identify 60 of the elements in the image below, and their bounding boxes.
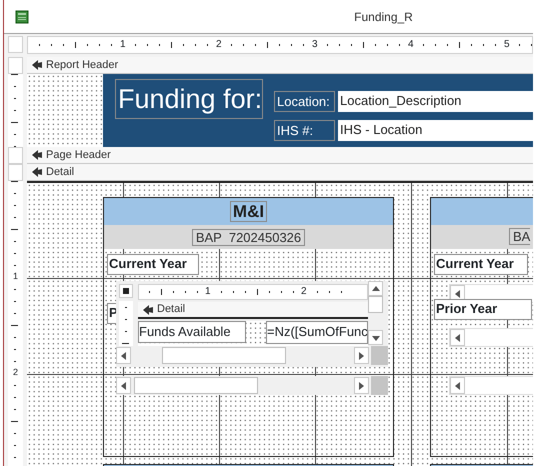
ruler-number: 2	[301, 286, 307, 298]
row-label: Current Year	[434, 254, 528, 275]
field-label: Funds Available	[138, 321, 246, 343]
section-label: Page Header	[46, 148, 111, 163]
scrollbar-thumb[interactable]	[134, 377, 258, 394]
scroll-right-button[interactable]	[354, 377, 369, 394]
section-label: Detail	[157, 302, 186, 318]
scrollbar-corner	[371, 376, 388, 395]
ruler-number: 1	[120, 39, 126, 51]
right-arrow-icon	[356, 350, 366, 360]
right-arrow-icon	[356, 380, 366, 390]
scroll-left-button[interactable]	[116, 377, 131, 394]
scroll-left-button[interactable]	[450, 377, 465, 394]
ruler-number: 5	[504, 39, 510, 51]
window-title: Funding_R	[353, 10, 413, 24]
row-label: Current Year	[107, 254, 199, 275]
scrollbar-thumb[interactable]	[368, 296, 383, 313]
field-value: IHS - Location	[338, 120, 533, 141]
section-bar[interactable]: Detail	[138, 302, 368, 319]
left-arrow-icon	[452, 288, 462, 298]
report-title: Funding for:	[115, 79, 263, 119]
section-label: Detail	[46, 164, 74, 180]
vertical-scrollbar[interactable]	[368, 281, 384, 345]
row-label: Prior Year	[434, 299, 532, 320]
square-icon	[120, 285, 132, 297]
up-arrow-icon	[370, 284, 380, 294]
report-icon	[15, 10, 29, 24]
scroll-left-button[interactable]	[450, 329, 465, 346]
section-arrow-icon	[31, 167, 43, 177]
scroll-up-button[interactable]	[368, 281, 383, 296]
scroll-left-button[interactable]	[116, 347, 131, 364]
scrollbar-corner	[371, 346, 388, 365]
left-arrow-icon	[452, 380, 462, 390]
scroll-right-button[interactable]	[354, 347, 369, 364]
subreport-title: M&I	[230, 201, 268, 222]
section-arrow-icon	[142, 304, 154, 314]
field-value: Location_Description	[338, 91, 533, 112]
ruler-number: 1	[205, 286, 211, 298]
ruler-number: 4	[408, 39, 414, 51]
left-arrow-icon	[118, 380, 128, 390]
ruler-number: 3	[312, 39, 318, 51]
horizontal-scrollbar[interactable]	[116, 376, 388, 395]
ruler-number: 2	[216, 39, 222, 51]
horizontal-scrollbar[interactable]	[116, 346, 388, 365]
section-label: Report Header	[46, 58, 118, 73]
field-label: Location:	[274, 91, 335, 112]
section-bar[interactable]: Detail	[27, 164, 533, 181]
vertical-ruler	[119, 301, 133, 346]
section-bar[interactable]: Report Header	[27, 57, 533, 74]
code-label: BAP 7202450326	[192, 228, 306, 246]
section-arrow-icon	[31, 150, 43, 160]
left-arrow-icon	[452, 332, 462, 342]
select-report-button[interactable]	[119, 284, 133, 298]
scrollbar-thumb[interactable]	[162, 347, 286, 364]
left-arrow-icon	[118, 350, 128, 360]
code-label: BA	[509, 228, 530, 245]
scroll-down-button[interactable]	[368, 330, 383, 345]
field-label: IHS #:	[274, 120, 335, 141]
section-bar[interactable]: Page Header	[27, 147, 533, 164]
section-arrow-icon	[31, 60, 43, 70]
